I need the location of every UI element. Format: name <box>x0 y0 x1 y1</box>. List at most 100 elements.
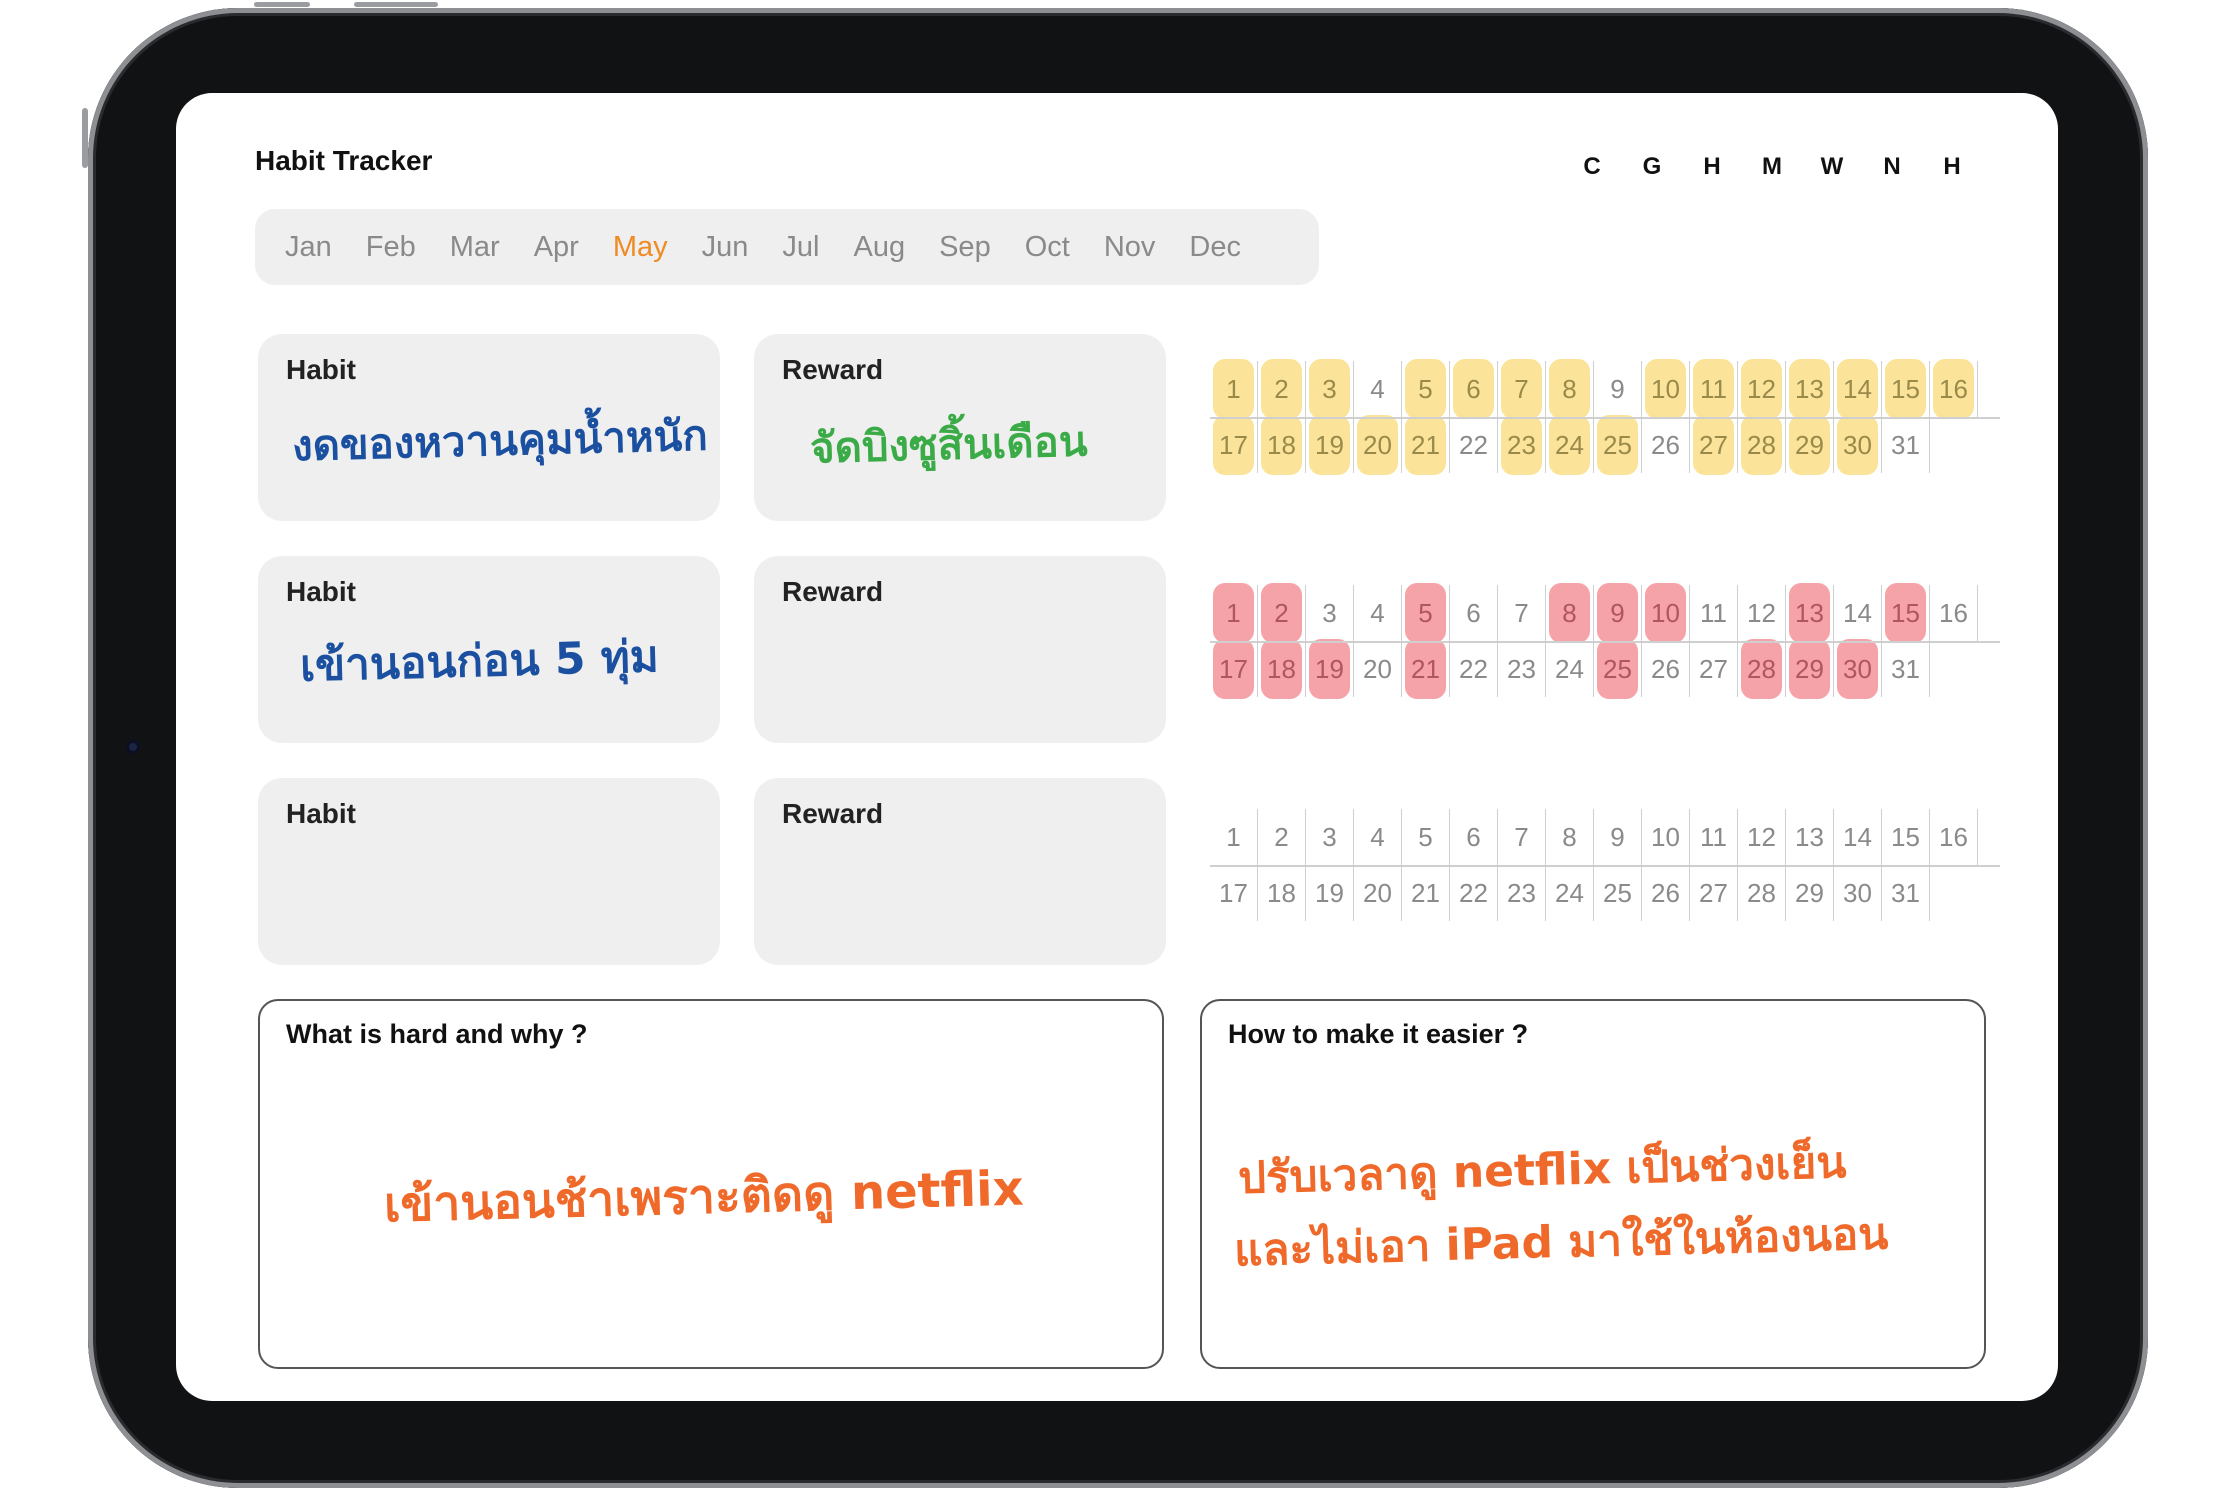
day-cell-13[interactable]: 13 <box>1786 809 1834 865</box>
day-cell-27[interactable]: 27 <box>1690 415 1738 475</box>
day-cell-6[interactable]: 6 <box>1450 809 1498 865</box>
reward-card-2[interactable]: Reward <box>754 556 1166 743</box>
day-cell-13[interactable]: 13 <box>1786 583 1834 643</box>
day-cell-31[interactable]: 31 <box>1882 865 1930 921</box>
day-cell-10[interactable]: 10 <box>1642 359 1690 419</box>
month-tab-nov[interactable]: Nov <box>1104 231 1156 264</box>
day-cell-7[interactable]: 7 <box>1498 359 1546 419</box>
day-cell-2[interactable]: 2 <box>1258 359 1306 419</box>
day-cell-27[interactable]: 27 <box>1690 641 1738 697</box>
month-tab-oct[interactable]: Oct <box>1025 231 1070 264</box>
habit-card-3[interactable]: Habit <box>258 778 720 965</box>
day-cell-8[interactable]: 8 <box>1546 809 1594 865</box>
day-cell-25[interactable]: 25 <box>1594 865 1642 921</box>
day-cell-15[interactable]: 15 <box>1882 583 1930 643</box>
month-tab-dec[interactable]: Dec <box>1189 231 1241 264</box>
day-cell-18[interactable]: 18 <box>1258 415 1306 475</box>
day-cell-29[interactable]: 29 <box>1786 639 1834 699</box>
day-cell-11[interactable]: 11 <box>1690 809 1738 865</box>
day-cell-9[interactable]: 9 <box>1594 583 1642 643</box>
day-cell-22[interactable]: 22 <box>1450 417 1498 473</box>
day-cell-20[interactable]: 20 <box>1354 415 1402 475</box>
day-cell-2[interactable]: 2 <box>1258 809 1306 865</box>
reward-card-1[interactable]: Reward จัดบิงซูสิ้นเดือน <box>754 334 1166 521</box>
day-cell-9[interactable]: 9 <box>1594 809 1642 865</box>
month-tab-mar[interactable]: Mar <box>450 231 500 264</box>
day-cell-6[interactable]: 6 <box>1450 585 1498 641</box>
month-tab-aug[interactable]: Aug <box>853 231 905 264</box>
month-tab-jan[interactable]: Jan <box>285 231 332 264</box>
day-cell-10[interactable]: 10 <box>1642 809 1690 865</box>
day-cell-29[interactable]: 29 <box>1786 415 1834 475</box>
day-cell-11[interactable]: 11 <box>1690 359 1738 419</box>
day-cell-21[interactable]: 21 <box>1402 639 1450 699</box>
day-cell-24[interactable]: 24 <box>1546 865 1594 921</box>
month-tab-jul[interactable]: Jul <box>782 231 819 264</box>
day-cell-6[interactable]: 6 <box>1450 359 1498 419</box>
day-cell-24[interactable]: 24 <box>1546 415 1594 475</box>
day-cell-3[interactable]: 3 <box>1306 809 1354 865</box>
day-cell-22[interactable]: 22 <box>1450 641 1498 697</box>
day-cell-2[interactable]: 2 <box>1258 583 1306 643</box>
day-cell-18[interactable]: 18 <box>1258 865 1306 921</box>
day-cell-26[interactable]: 26 <box>1642 865 1690 921</box>
day-cell-4[interactable]: 4 <box>1354 585 1402 641</box>
day-cell-19[interactable]: 19 <box>1306 865 1354 921</box>
month-tab-jun[interactable]: Jun <box>702 231 749 264</box>
hard-why-box[interactable]: What is hard and why ? เข้านอนช้าเพราะติ… <box>258 999 1164 1369</box>
day-cell-23[interactable]: 23 <box>1498 641 1546 697</box>
day-cell-9[interactable]: 9 <box>1594 361 1642 417</box>
day-cell-31[interactable]: 31 <box>1882 417 1930 473</box>
day-cell-15[interactable]: 15 <box>1882 809 1930 865</box>
day-cell-1[interactable]: 1 <box>1210 809 1258 865</box>
day-cell-12[interactable]: 12 <box>1738 585 1786 641</box>
day-cell-24[interactable]: 24 <box>1546 641 1594 697</box>
day-cell-8[interactable]: 8 <box>1546 359 1594 419</box>
day-cell-1[interactable]: 1 <box>1210 359 1258 419</box>
day-cell-25[interactable]: 25 <box>1594 415 1642 475</box>
day-cell-12[interactable]: 12 <box>1738 809 1786 865</box>
habit-card-1[interactable]: Habit งดของหวานคุมน้ำหนัก <box>258 334 720 521</box>
day-cell-1[interactable]: 1 <box>1210 583 1258 643</box>
day-cell-31[interactable]: 31 <box>1882 641 1930 697</box>
day-cell-14[interactable]: 14 <box>1834 359 1882 419</box>
day-cell-16[interactable]: 16 <box>1930 359 1978 419</box>
month-tab-feb[interactable]: Feb <box>366 231 416 264</box>
day-cell-27[interactable]: 27 <box>1690 865 1738 921</box>
day-cell-30[interactable]: 30 <box>1834 865 1882 921</box>
day-cell-4[interactable]: 4 <box>1354 809 1402 865</box>
day-cell-13[interactable]: 13 <box>1786 359 1834 419</box>
day-cell-20[interactable]: 20 <box>1354 641 1402 697</box>
day-cell-7[interactable]: 7 <box>1498 585 1546 641</box>
reward-card-3[interactable]: Reward <box>754 778 1166 965</box>
month-tab-sep[interactable]: Sep <box>939 231 991 264</box>
day-cell-3[interactable]: 3 <box>1306 359 1354 419</box>
day-cell-5[interactable]: 5 <box>1402 359 1450 419</box>
day-cell-17[interactable]: 17 <box>1210 639 1258 699</box>
day-cell-22[interactable]: 22 <box>1450 865 1498 921</box>
day-cell-17[interactable]: 17 <box>1210 865 1258 921</box>
day-cell-30[interactable]: 30 <box>1834 415 1882 475</box>
day-cell-11[interactable]: 11 <box>1690 585 1738 641</box>
day-cell-20[interactable]: 20 <box>1354 865 1402 921</box>
month-tab-may[interactable]: May <box>613 231 668 264</box>
day-cell-19[interactable]: 19 <box>1306 415 1354 475</box>
day-cell-17[interactable]: 17 <box>1210 415 1258 475</box>
day-cell-26[interactable]: 26 <box>1642 641 1690 697</box>
day-cell-29[interactable]: 29 <box>1786 865 1834 921</box>
day-cell-26[interactable]: 26 <box>1642 417 1690 473</box>
day-cell-8[interactable]: 8 <box>1546 583 1594 643</box>
day-cell-30[interactable]: 30 <box>1834 639 1882 699</box>
day-cell-16[interactable]: 16 <box>1930 585 1978 641</box>
day-cell-18[interactable]: 18 <box>1258 639 1306 699</box>
day-cell-28[interactable]: 28 <box>1738 865 1786 921</box>
day-cell-5[interactable]: 5 <box>1402 583 1450 643</box>
day-cell-5[interactable]: 5 <box>1402 809 1450 865</box>
day-cell-25[interactable]: 25 <box>1594 639 1642 699</box>
day-cell-16[interactable]: 16 <box>1930 809 1978 865</box>
day-cell-23[interactable]: 23 <box>1498 415 1546 475</box>
day-cell-21[interactable]: 21 <box>1402 865 1450 921</box>
day-cell-14[interactable]: 14 <box>1834 585 1882 641</box>
day-cell-21[interactable]: 21 <box>1402 415 1450 475</box>
day-cell-28[interactable]: 28 <box>1738 639 1786 699</box>
